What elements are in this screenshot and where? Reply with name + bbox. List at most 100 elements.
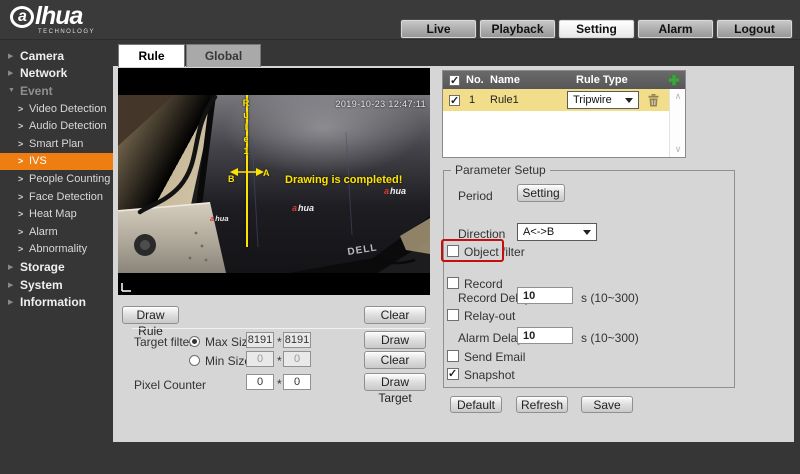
sidebar-item-audio-detection[interactable]: >Audio Detection: [0, 117, 113, 135]
draw-rule-button[interactable]: Draw Rule: [122, 306, 179, 324]
collapsed-arrow-icon: ▶: [8, 52, 20, 60]
rule-name: Rule1: [490, 94, 567, 106]
multiply-label: *: [277, 335, 282, 349]
rule-table-header: No. Name Rule Type: [443, 71, 685, 89]
refresh-button[interactable]: Refresh: [516, 396, 568, 413]
sidebar-item-network[interactable]: ▶Network: [0, 65, 113, 83]
tab-rule-config[interactable]: Rule Config: [118, 44, 185, 67]
sidebar-item-alarm[interactable]: >Alarm: [0, 223, 113, 241]
scroll-up-icon[interactable]: ∧: [670, 91, 686, 102]
sidebar-item-information[interactable]: ▶Information: [0, 293, 113, 311]
direction-b-label: B: [228, 174, 235, 184]
multiply-label: *: [277, 354, 282, 368]
sidebar-item-heat-map[interactable]: >Heat Map: [0, 205, 113, 223]
collapsed-arrow-icon: ▶: [8, 263, 20, 271]
sidebar-item-event[interactable]: ▼Event: [0, 82, 113, 100]
dahua-screen-logo: ahua: [210, 214, 229, 223]
alarm-delay-suffix: s (10~300): [581, 331, 639, 345]
sidebar-item-video-detection[interactable]: >Video Detection: [0, 100, 113, 118]
max-height-input[interactable]: [283, 332, 311, 348]
dahua-logo-subtitle: TECHNOLOGY: [38, 29, 95, 35]
drawing-completed-message: Drawing is completed!: [285, 174, 402, 186]
nav-alarm-button[interactable]: Alarm: [638, 20, 713, 38]
expanded-arrow-icon: ▼: [8, 87, 20, 94]
page: alhua TECHNOLOGY Live Playback Setting A…: [0, 0, 800, 474]
chevron-right-icon: >: [18, 139, 29, 149]
sidebar-item-system[interactable]: ▶System: [0, 276, 113, 294]
dahua-screen-logo: ahua: [292, 203, 314, 213]
draw-target-pixel-button[interactable]: Draw Target: [364, 373, 426, 391]
chevron-right-icon: >: [18, 121, 29, 131]
nav-live-button[interactable]: Live: [401, 20, 476, 38]
record-delay-input[interactable]: [517, 287, 573, 304]
dahua-logo-a-icon: a: [10, 6, 34, 28]
dahua-screen-logo: ahua: [384, 186, 406, 196]
alarm-delay-label: Alarm Delay: [458, 331, 523, 345]
record-checkbox[interactable]: [447, 277, 459, 289]
table-row[interactable]: 1 Rule1 Tripwire: [443, 89, 669, 111]
divider: [132, 328, 430, 329]
select-all-checkbox[interactable]: [449, 75, 460, 86]
min-height-input[interactable]: [283, 351, 311, 367]
nav-setting-button[interactable]: Setting: [559, 20, 634, 38]
save-button[interactable]: Save: [581, 396, 633, 413]
clear-rule-button[interactable]: Clear: [364, 306, 426, 324]
chevron-right-icon: >: [18, 227, 29, 237]
collapsed-arrow-icon: ▶: [8, 281, 20, 289]
relay-out-checkbox[interactable]: [447, 309, 459, 321]
min-size-label: Min Size: [205, 354, 251, 368]
table-scrollbar[interactable]: ∧ ∨: [669, 89, 685, 157]
min-size-radio[interactable]: [189, 355, 200, 366]
video-preview[interactable]: ahua ahua ahua DELL 2019-10-23 12:47:11 …: [118, 68, 430, 295]
sidebar-item-people-counting[interactable]: >People Counting: [0, 170, 113, 188]
dahua-logo-text: alhua: [10, 2, 95, 31]
column-no: No.: [466, 74, 484, 86]
direction-a-label: A: [263, 168, 270, 178]
tab-global-setup[interactable]: Global Setup: [186, 44, 261, 67]
default-button[interactable]: Default: [450, 396, 502, 413]
dahua-logo-rest: lhua: [35, 2, 82, 31]
min-width-input[interactable]: [246, 351, 274, 367]
sidebar-item-abnormality[interactable]: >Abnormality: [0, 241, 113, 259]
period-setting-button[interactable]: Setting: [517, 184, 565, 202]
nav-logout-button[interactable]: Logout: [717, 20, 792, 38]
rule-type-select[interactable]: Tripwire: [567, 91, 639, 109]
sidebar-item-face-detection[interactable]: >Face Detection: [0, 188, 113, 206]
object-filter-annotation: [441, 239, 504, 262]
dahua-logo: alhua TECHNOLOGY: [10, 2, 95, 35]
chevron-right-icon: >: [18, 174, 29, 184]
sidebar-item-smart-plan[interactable]: >Smart Plan: [0, 135, 113, 153]
clear-target-button[interactable]: Clear: [364, 351, 426, 369]
rule-row-checkbox[interactable]: [449, 95, 460, 106]
draw-target-max-button[interactable]: Draw Target: [364, 331, 426, 349]
alarm-delay-input[interactable]: [517, 327, 573, 344]
snapshot-checkbox[interactable]: [447, 368, 459, 380]
send-email-checkbox[interactable]: [447, 350, 459, 362]
direction-select[interactable]: A<->B: [517, 223, 597, 241]
max-size-radio[interactable]: [189, 336, 200, 347]
record-delay-suffix: s (10~300): [581, 291, 639, 305]
sidebar-item-camera[interactable]: ▶Camera: [0, 47, 113, 65]
parameter-setup-legend: Parameter Setup: [451, 163, 550, 177]
pixel-counter-label: Pixel Counter: [134, 378, 206, 392]
main-nav: Live Playback Setting Alarm Logout: [401, 20, 792, 38]
scroll-down-icon[interactable]: ∨: [670, 144, 686, 155]
delete-rule-icon[interactable]: [648, 94, 659, 107]
top-bar: alhua TECHNOLOGY Live Playback Setting A…: [0, 0, 800, 40]
sidebar-item-storage[interactable]: ▶Storage: [0, 258, 113, 276]
direction-arrows-icon: [230, 165, 264, 179]
collapsed-arrow-icon: ▶: [8, 298, 20, 306]
max-width-input[interactable]: [246, 332, 274, 348]
rule-no: 1: [469, 94, 486, 106]
collapsed-arrow-icon: ▶: [8, 69, 20, 77]
add-rule-icon[interactable]: [668, 74, 680, 86]
chevron-right-icon: >: [18, 156, 29, 166]
nav-playback-button[interactable]: Playback: [480, 20, 555, 38]
rule-name-overlay: Rule1: [241, 98, 251, 158]
pixel-height-input[interactable]: [283, 374, 311, 390]
sidebar-item-ivs[interactable]: >IVS: [0, 153, 113, 171]
chevron-right-icon: >: [18, 244, 29, 254]
chevron-right-icon: >: [18, 192, 29, 202]
period-label: Period: [458, 189, 493, 203]
pixel-width-input[interactable]: [246, 374, 274, 390]
